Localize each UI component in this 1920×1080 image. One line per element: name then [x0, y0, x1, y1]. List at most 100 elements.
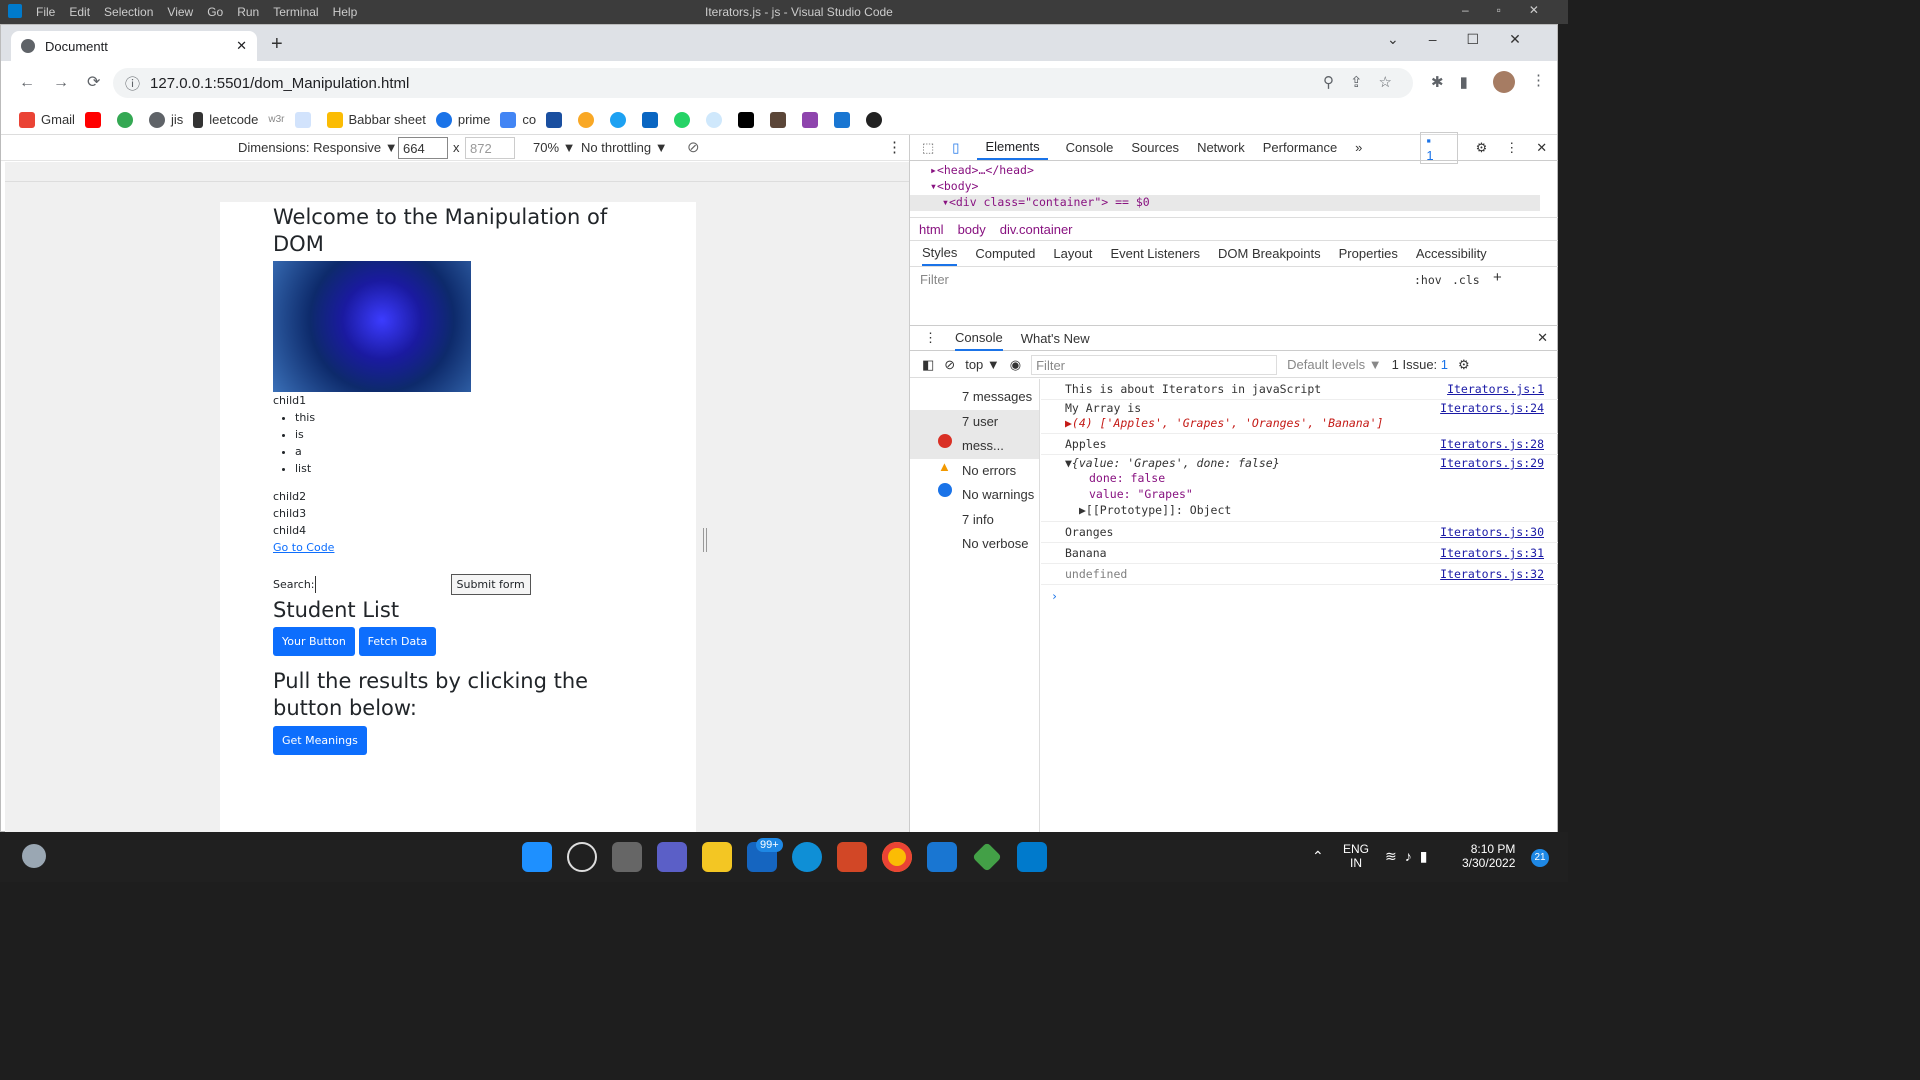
bookmark-github[interactable] [866, 111, 888, 128]
sidebar-errors[interactable]: No errors [962, 459, 1039, 484]
close-devtools-icon[interactable]: ✕ [1536, 140, 1547, 156]
tab-sources[interactable]: Sources [1131, 140, 1179, 155]
clock[interactable]: 8:10 PM 3/30/2022 [1462, 842, 1515, 870]
menu-help[interactable]: Help [333, 5, 358, 19]
tab-computed[interactable]: Computed [975, 246, 1035, 261]
tab-event-listeners[interactable]: Event Listeners [1110, 246, 1200, 261]
fetch-data-button[interactable]: Fetch Data [358, 627, 437, 656]
drawer-menu-icon[interactable]: ⋮ [924, 330, 937, 346]
bookmark-codeforces[interactable] [802, 111, 824, 128]
bookmark-whatsapp[interactable] [674, 111, 696, 128]
inspect-icon[interactable]: ⬚ [922, 140, 934, 156]
log-source-link[interactable]: Iterators.js:1 [1447, 382, 1544, 396]
device-icon[interactable]: ▯ [952, 140, 959, 156]
tab-performance[interactable]: Performance [1263, 140, 1337, 155]
devtools-more-icon[interactable]: ⋮ [1505, 140, 1518, 156]
menu-view[interactable]: View [167, 5, 193, 19]
submit-form-button[interactable]: Submit form [450, 574, 531, 595]
browser-window-controls[interactable]: ⌄–☐✕ [1387, 31, 1551, 48]
add-rule-icon[interactable]: + [1493, 269, 1502, 286]
bookmark-maps[interactable] [116, 111, 139, 128]
start-icon[interactable] [522, 842, 552, 872]
sidebar-toggle-icon[interactable]: ◧ [922, 357, 934, 373]
edge-icon[interactable] [792, 842, 822, 872]
log-source-link[interactable]: Iterators.js:31 [1440, 546, 1544, 560]
log-prototype[interactable]: ▶[[Prototype]]: Object [1041, 503, 1558, 522]
crumb-html[interactable]: html [919, 222, 944, 237]
task-view-icon[interactable] [612, 842, 642, 872]
width-input[interactable]: 664 [398, 137, 448, 159]
issue-counter[interactable]: 1 Issue: 1 [1392, 357, 1448, 372]
go-to-code-link[interactable]: Go to Code [273, 539, 633, 556]
powerpoint-icon[interactable] [837, 842, 867, 872]
search-input[interactable] [314, 576, 451, 593]
styles-filter[interactable]: Filter [920, 272, 949, 287]
menu-selection[interactable]: Selection [104, 5, 153, 19]
bookmark-w3r[interactable]: w3r [268, 114, 284, 125]
extensions-icons[interactable]: ✱▮ [1431, 73, 1484, 91]
levels-select[interactable]: Default levels ▼ [1287, 357, 1382, 372]
settings-icon[interactable]: ⚙ [1476, 140, 1488, 156]
get-meanings-button[interactable]: Get Meanings [273, 726, 367, 755]
drawer-tab-console[interactable]: Console [955, 326, 1003, 351]
window-controls[interactable]: –▫✕ [1462, 3, 1567, 17]
menu-run[interactable]: Run [237, 5, 259, 19]
file-explorer-icon[interactable] [702, 842, 732, 872]
dom-head[interactable]: ▸<head>…</head> [930, 163, 1034, 177]
log-source-link[interactable]: Iterators.js:24 [1440, 401, 1544, 415]
bookmark-copy[interactable] [834, 111, 856, 128]
bookmark-prime[interactable]: prime [435, 111, 490, 128]
log-source-link[interactable]: Iterators.js:29 [1440, 456, 1544, 470]
sidebar-warnings[interactable]: No warnings [962, 483, 1039, 508]
bookmark-burger[interactable] [578, 111, 600, 128]
url-field[interactable]: ⓘ 127.0.0.1:5501/dom_Manipulation.html [113, 68, 1413, 98]
new-tab-icon[interactable]: + [271, 33, 283, 56]
crumb-container[interactable]: div.container [1000, 222, 1073, 237]
context-select[interactable]: top ▼ [965, 357, 1000, 372]
nav-icons[interactable]: ←→⟳ [19, 72, 118, 92]
search-icon[interactable] [567, 842, 597, 872]
tab-elements[interactable]: Elements [977, 135, 1048, 160]
bookmark-hackerearth[interactable] [738, 111, 760, 128]
photos-icon[interactable] [927, 842, 957, 872]
cls-toggle[interactable]: .cls [1452, 273, 1480, 287]
sidebar-info[interactable]: 7 info [962, 508, 1039, 533]
bookmark-co[interactable]: co [500, 111, 536, 128]
menu-edit[interactable]: Edit [69, 5, 90, 19]
height-input[interactable]: 872 [465, 137, 515, 159]
language-indicator[interactable]: ENG IN [1343, 842, 1369, 870]
weather-icon[interactable] [22, 844, 46, 868]
dimensions-select[interactable]: Dimensions: Responsive ▼ [238, 140, 398, 155]
drawer-tab-whats-new[interactable]: What's New [1021, 331, 1090, 346]
log-source-link[interactable]: Iterators.js:32 [1440, 567, 1544, 581]
bookmark-codechef[interactable] [770, 111, 792, 128]
bookmark-jis[interactable]: jis [148, 111, 183, 128]
close-drawer-icon[interactable]: ✕ [1537, 330, 1548, 346]
bookmark-youtube[interactable] [84, 111, 107, 128]
toolbar-icons[interactable]: ⚲⇪☆ [1323, 73, 1408, 91]
tab-network[interactable]: Network [1197, 140, 1245, 155]
avatar[interactable] [1493, 71, 1515, 93]
more-icon[interactable]: ⋮ [887, 138, 902, 156]
bookmark-leetcode[interactable]: leetcode [193, 111, 258, 128]
your-button[interactable]: Your Button [273, 627, 355, 656]
tab-accessibility[interactable]: Accessibility [1416, 246, 1487, 261]
console-prompt[interactable]: › [1041, 585, 1558, 607]
bookmark-linkedin[interactable] [642, 111, 664, 128]
hov-toggle[interactable]: :hov [1414, 273, 1442, 287]
crumb-body[interactable]: body [958, 222, 986, 237]
dom-selected-node[interactable]: ▾<div class="container"> == $0 [910, 195, 1540, 211]
sidebar-user-messages[interactable]: 7 user mess... [910, 409, 1039, 459]
bookmark-twitter[interactable] [610, 111, 632, 128]
vscode-icon[interactable] [1017, 842, 1047, 872]
rotate-icon[interactable]: ⊘ [687, 138, 700, 156]
chrome-icon[interactable] [882, 842, 912, 872]
chevron-up-icon[interactable]: ⌃ [1312, 848, 1324, 865]
notification-badge[interactable]: 21 [1531, 849, 1549, 867]
git-icon[interactable] [972, 842, 1002, 872]
tab-styles[interactable]: Styles [922, 241, 958, 266]
teams-icon[interactable] [657, 842, 687, 872]
zoom-select[interactable]: 70% ▼ [533, 140, 576, 155]
resize-handle[interactable] [703, 528, 707, 552]
log-array[interactable]: ▶(4) ['Apples', 'Grapes', 'Oranges', 'Ba… [1041, 416, 1558, 434]
